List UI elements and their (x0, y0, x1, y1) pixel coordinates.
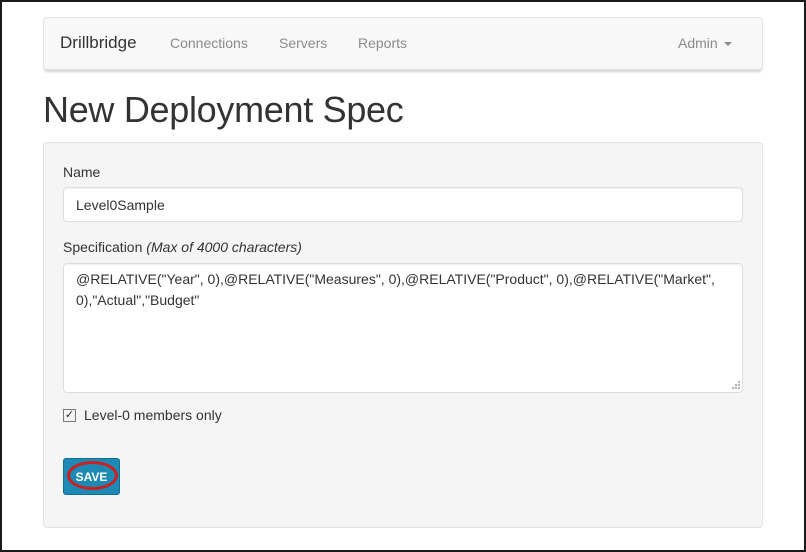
specification-label: Specification (Max of 4000 characters) (63, 239, 302, 255)
form-panel: Name Specification (Max of 4000 characte… (43, 142, 763, 528)
caret-down-icon (723, 42, 732, 47)
resize-grip-icon[interactable] (730, 379, 741, 390)
level0-checkbox-row[interactable]: ✓ Level-0 members only (63, 406, 222, 424)
navbar: Drillbridge Connections Servers Reports … (43, 17, 763, 70)
brand-link[interactable]: Drillbridge (60, 33, 137, 53)
name-label: Name (63, 164, 101, 180)
admin-label: Admin (678, 35, 718, 51)
nav-link-connections[interactable]: Connections (170, 35, 248, 51)
specification-hint: (Max of 4000 characters) (146, 239, 302, 255)
page-title: New Deployment Spec (43, 89, 404, 130)
specification-label-text: Specification (63, 239, 143, 255)
save-button-label: SAVE (75, 469, 108, 484)
admin-dropdown[interactable]: Admin (678, 35, 732, 51)
level0-checkbox-label[interactable]: Level-0 members only (84, 407, 222, 423)
nav-link-reports[interactable]: Reports (358, 35, 407, 51)
checkmark-icon: ✓ (64, 408, 75, 421)
level0-checkbox[interactable]: ✓ (63, 408, 76, 422)
save-button[interactable]: SAVE (63, 458, 120, 495)
name-input[interactable] (63, 187, 743, 222)
specification-textarea[interactable]: @RELATIVE("Year", 0),@RELATIVE("Measures… (63, 263, 743, 393)
nav-link-servers[interactable]: Servers (279, 35, 327, 51)
